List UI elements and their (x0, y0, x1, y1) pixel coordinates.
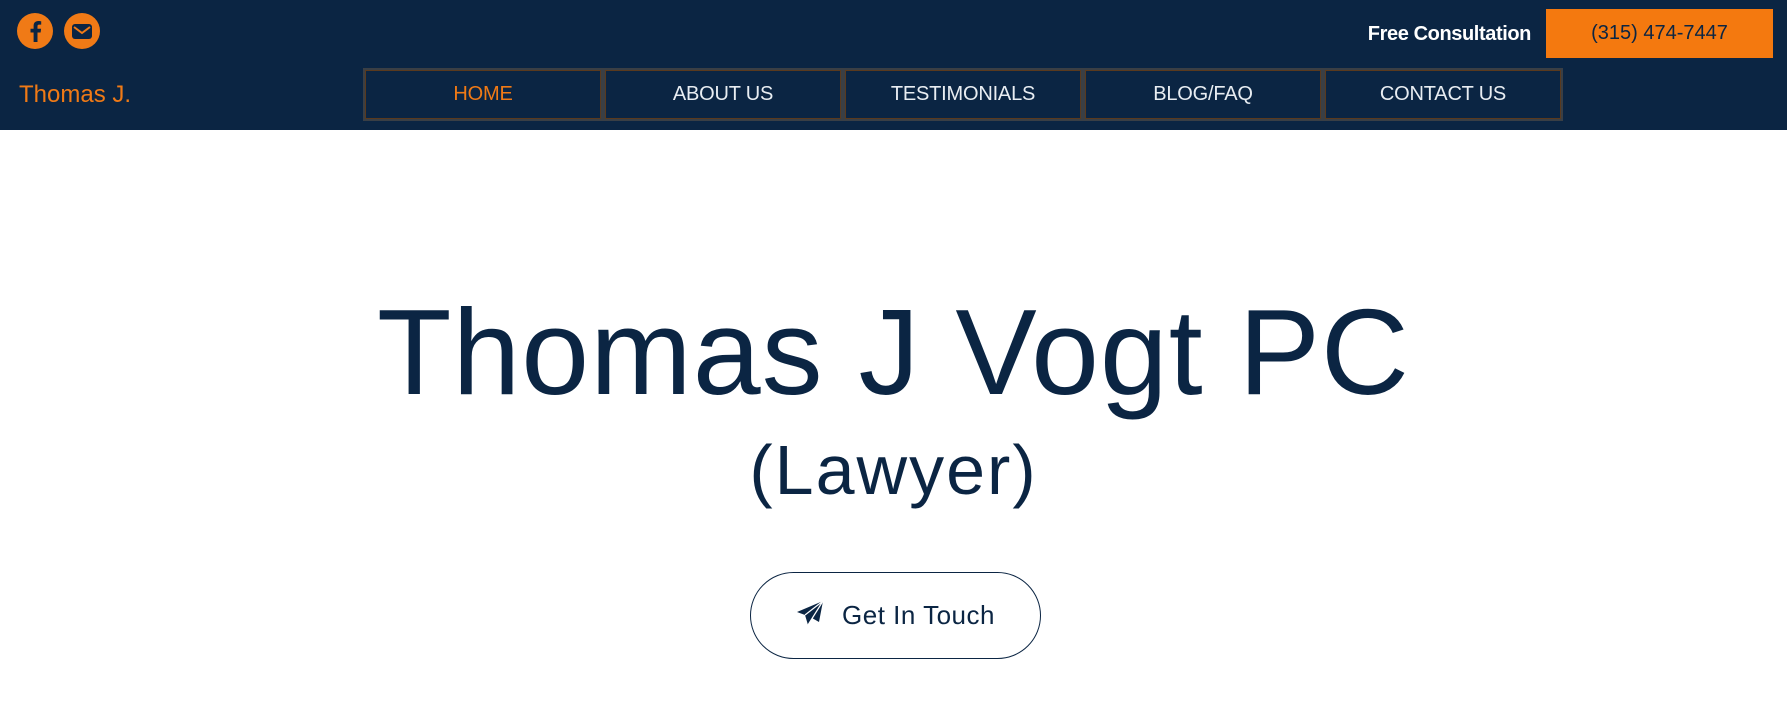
get-in-touch-button[interactable]: Get In Touch (750, 572, 1041, 659)
free-consultation-label: Free Consultation (1367, 23, 1532, 45)
nav-item-about-us[interactable]: ABOUT US (603, 68, 843, 121)
phone-button[interactable]: (315) 474-7447 (1546, 9, 1773, 58)
paper-plane-icon (796, 600, 824, 631)
nav-item-blog-faq[interactable]: BLOG/FAQ (1083, 68, 1323, 121)
facebook-icon[interactable] (17, 13, 53, 49)
site-brand[interactable]: Thomas J. (19, 80, 131, 110)
hero-subtitle: (Lawyer) (749, 431, 1038, 509)
nav-item-testimonials[interactable]: TESTIMONIALS (843, 68, 1083, 121)
nav-item-home[interactable]: HOME (363, 68, 603, 121)
hero-title: Thomas J Vogt PC (376, 284, 1411, 420)
social-links (17, 13, 100, 49)
envelope-icon[interactable] (64, 13, 100, 49)
site-header: Free Consultation (315) 474-7447 Thomas … (0, 0, 1787, 130)
get-in-touch-label: Get In Touch (842, 600, 995, 630)
nav-item-contact-us[interactable]: CONTACT US (1323, 68, 1563, 121)
main-nav: HOME ABOUT US TESTIMONIALS BLOG/FAQ CONT… (363, 68, 1563, 121)
